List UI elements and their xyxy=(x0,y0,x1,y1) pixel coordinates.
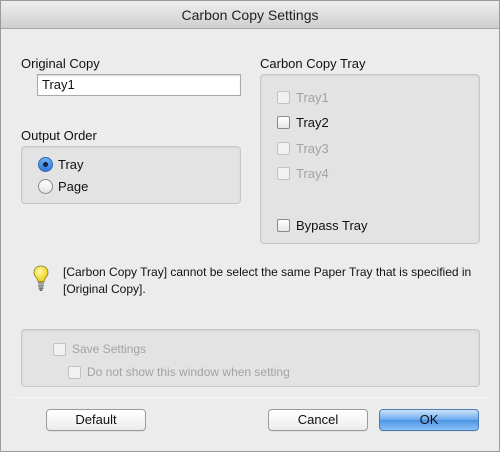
original-copy-label: Original Copy xyxy=(21,56,100,71)
checkbox-tray4[interactable]: Tray4 xyxy=(277,164,329,182)
radio-page-button[interactable] xyxy=(38,178,53,194)
carbon-copy-tray-group: Tray1 Tray2 Tray3 Tray4 Bypass Tray xyxy=(260,74,480,244)
checkbox-tray1-box[interactable] xyxy=(277,90,290,104)
checkbox-save-settings[interactable]: Save Settings xyxy=(53,340,146,358)
radio-page[interactable]: Page xyxy=(38,177,88,195)
checkbox-tray3[interactable]: Tray3 xyxy=(277,139,329,157)
checkbox-save-settings-label: Save Settings xyxy=(72,342,147,356)
carbon-copy-tray-label: Carbon Copy Tray xyxy=(260,56,366,71)
save-settings-group: Save Settings Do not show this window wh… xyxy=(21,329,480,387)
window-title: Carbon Copy Settings xyxy=(1,1,499,29)
checkbox-bypass-tray-box[interactable] xyxy=(277,218,290,232)
checkbox-do-not-show-label: Do not show this window when setting xyxy=(87,365,290,379)
radio-tray-label: Tray xyxy=(58,156,84,172)
checkbox-do-not-show[interactable]: Do not show this window when setting xyxy=(68,363,290,381)
output-order-group: Tray Page xyxy=(21,146,241,204)
checkbox-tray3-label: Tray3 xyxy=(296,140,329,156)
checkbox-save-settings-box[interactable] xyxy=(53,342,66,356)
checkbox-tray1-label: Tray1 xyxy=(296,89,329,105)
checkbox-tray1[interactable]: Tray1 xyxy=(277,88,329,106)
original-copy-field[interactable]: Tray1 xyxy=(37,74,241,96)
cancel-button[interactable]: Cancel xyxy=(268,409,368,431)
checkbox-tray3-box[interactable] xyxy=(277,141,290,155)
checkbox-bypass-tray-label: Bypass Tray xyxy=(296,217,368,233)
default-button[interactable]: Default xyxy=(46,409,146,431)
footer-separator xyxy=(11,397,489,398)
radio-page-label: Page xyxy=(58,178,89,194)
checkbox-tray2-label: Tray2 xyxy=(296,114,329,130)
output-order-label: Output Order xyxy=(21,128,97,143)
lightbulb-icon xyxy=(33,265,49,291)
hint-message: [Carbon Copy Tray] cannot be select the … xyxy=(63,265,472,296)
checkbox-tray4-label: Tray4 xyxy=(296,165,329,181)
radio-tray[interactable]: Tray xyxy=(38,155,84,173)
checkbox-tray4-box[interactable] xyxy=(277,166,290,180)
ok-button[interactable]: OK xyxy=(379,409,479,431)
carbon-copy-settings-dialog: Carbon Copy Settings Original Copy Tray1… xyxy=(0,0,500,452)
checkbox-tray2-box[interactable] xyxy=(277,115,290,129)
radio-tray-button[interactable] xyxy=(38,156,53,172)
checkbox-do-not-show-box[interactable] xyxy=(68,365,81,379)
checkbox-bypass-tray[interactable]: Bypass Tray xyxy=(277,216,368,234)
checkbox-tray2[interactable]: Tray2 xyxy=(277,113,329,131)
